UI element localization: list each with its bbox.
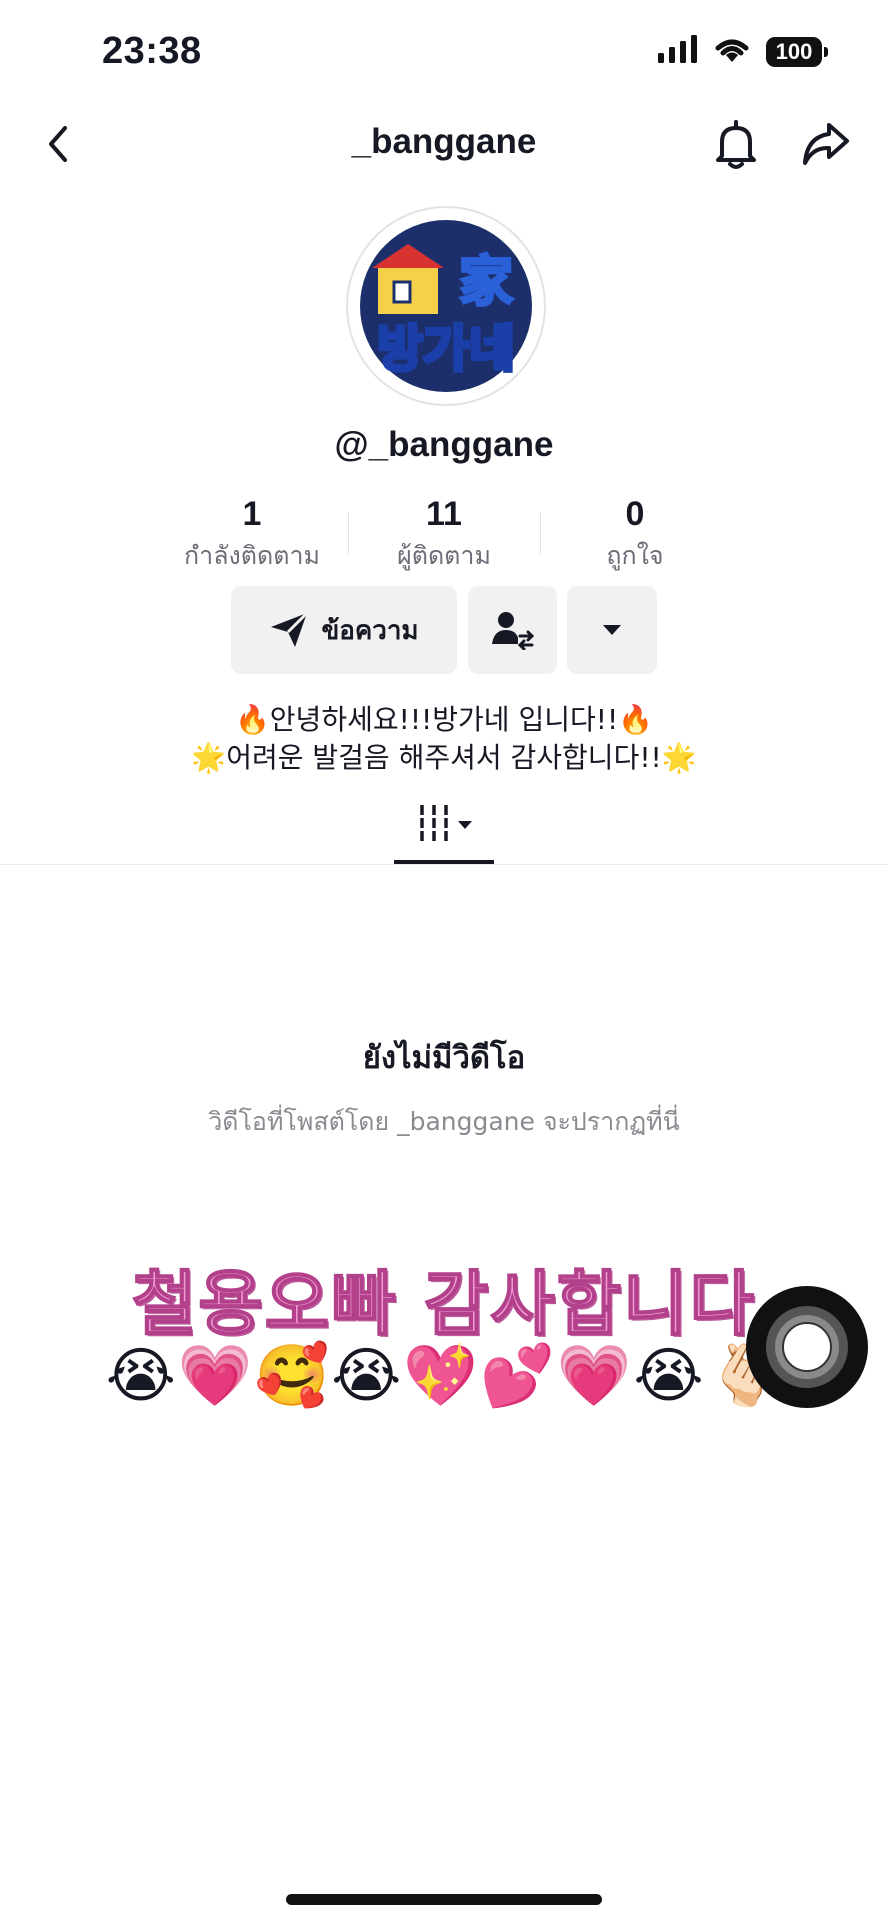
message-button[interactable]: ข้อความ [231, 586, 457, 674]
send-icon [271, 611, 309, 647]
avatar-text-top: 家 [459, 250, 513, 313]
stat-following-label: กำลังติดตาม [184, 541, 320, 570]
wifi-icon [712, 34, 752, 69]
signal-icon [658, 35, 698, 68]
grid-columns-icon [420, 805, 472, 841]
record-button[interactable] [746, 1286, 868, 1408]
message-button-label: ข้อความ [321, 615, 419, 646]
stat-followers[interactable]: 11 ผู้ติดตาม [344, 494, 544, 576]
tab-divider [0, 864, 888, 865]
more-options-button[interactable] [567, 586, 657, 674]
user-swap-icon [491, 612, 534, 650]
bell-icon [716, 120, 756, 169]
empty-state-title: ยังไม่มีวิดีโอ [362, 1040, 526, 1076]
stat-likes-value: 0 [625, 495, 645, 533]
bio-line-2: 🌟어려운 발걸음 해주셔서 감사합니다!!🌟 [191, 741, 697, 774]
home-indicator [286, 1894, 602, 1905]
battery-indicator: 100 [766, 36, 828, 67]
caret-down-icon [603, 625, 621, 635]
avatar[interactable]: 家 방가네 [346, 206, 546, 406]
bio-line-1: 🔥안녕하세요!!!방가네 입니다!!🔥 [234, 703, 654, 736]
suggested-accounts-button[interactable] [468, 586, 557, 674]
avatar-text-bottom: 방가네 [377, 320, 515, 378]
notification-button[interactable] [710, 118, 762, 172]
stat-followers-value: 11 [426, 495, 462, 533]
stat-likes-label: ถูกใจ [606, 541, 664, 570]
status-icons: 100 [658, 34, 828, 69]
tab-videos-grid[interactable] [406, 798, 486, 848]
stat-followers-label: ผู้ติดตาม [397, 541, 491, 570]
status-time: 23:38 [102, 30, 202, 72]
stat-following-value: 1 [242, 495, 262, 533]
stat-following[interactable]: 1 กำลังติดตาม [152, 494, 352, 576]
share-icon [803, 123, 849, 165]
profile-handle: @_banggane [334, 425, 554, 464]
avatar-logo-image: 家 방가네 [360, 220, 532, 392]
record-icon [766, 1306, 848, 1388]
share-button[interactable] [800, 118, 852, 170]
empty-state-subtitle: วิดีโอที่โพสต์โดย _banggane จะปรากฏที่นี… [208, 1107, 680, 1136]
stat-likes[interactable]: 0 ถูกใจ [535, 494, 735, 576]
